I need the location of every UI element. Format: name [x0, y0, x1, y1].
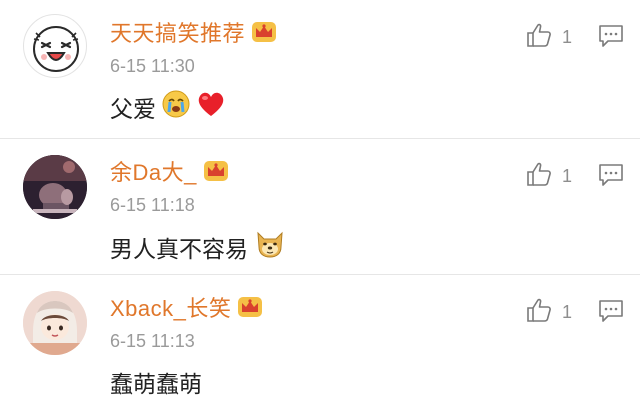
like-count: 1 — [562, 302, 573, 322]
comment-icon — [598, 300, 624, 327]
avatar[interactable] — [23, 14, 87, 78]
vip-crown-icon — [237, 295, 263, 325]
like-button[interactable]: 1 — [526, 161, 572, 192]
reply-button[interactable] — [598, 299, 624, 328]
thumbs-up-icon — [526, 22, 552, 53]
comment-text-row: 男人真不容易 — [110, 229, 286, 265]
comment-item: Xback_长笑 6-15 11:13 蠢萌蠢萌 1 — [0, 275, 640, 410]
vip-crown-icon — [251, 20, 277, 50]
comment-item: 天天搞笑推荐 6-15 11:30 父爱 1 — [0, 0, 640, 138]
reply-button[interactable] — [598, 24, 624, 53]
doge-emoji-icon — [254, 229, 286, 265]
username-text[interactable]: 余Da大_ — [110, 160, 197, 185]
comment-icon — [598, 164, 624, 191]
comment-item: 余Da大_ 6-15 11:18 男人真不容易 1 — [0, 139, 640, 274]
comment-text: 蠢萌蠢萌 — [110, 371, 202, 397]
comment-list: 天天搞笑推荐 6-15 11:30 父爱 1 余Da大_ 6-15 11:18 … — [0, 0, 640, 410]
comment-text-row: 蠢萌蠢萌 — [110, 365, 202, 399]
thumbs-up-icon — [526, 297, 552, 328]
comment-time: 6-15 11:18 — [110, 195, 195, 215]
thumbs-up-icon — [526, 161, 552, 192]
reply-button[interactable] — [598, 163, 624, 192]
crying-emoji-icon — [162, 90, 190, 124]
like-button[interactable]: 1 — [526, 22, 572, 53]
photo-avatar-icon — [23, 155, 87, 219]
username[interactable]: 余Da大_ — [110, 155, 229, 189]
avatar[interactable] — [23, 155, 87, 219]
username-text[interactable]: Xback_长笑 — [110, 296, 231, 321]
comment-time: 6-15 11:13 — [110, 331, 195, 351]
avatar[interactable] — [23, 291, 87, 355]
username-text[interactable]: 天天搞笑推荐 — [110, 21, 245, 46]
comment-text: 男人真不容易 — [110, 236, 248, 262]
username[interactable]: 天天搞笑推荐 — [110, 16, 277, 50]
anime-girl-avatar-icon — [23, 291, 87, 355]
like-count: 1 — [562, 166, 573, 186]
comment-icon — [598, 25, 624, 52]
like-count: 1 — [562, 27, 573, 47]
comment-time: 6-15 11:30 — [110, 56, 195, 76]
comment-text: 父爱 — [110, 96, 156, 122]
comment-text-row: 父爱 — [110, 90, 226, 124]
vip-crown-icon — [203, 159, 229, 189]
username[interactable]: Xback_长笑 — [110, 291, 263, 325]
heart-emoji-icon — [196, 90, 226, 124]
like-button[interactable]: 1 — [526, 297, 572, 328]
cartoon-face-avatar-icon — [33, 26, 79, 72]
